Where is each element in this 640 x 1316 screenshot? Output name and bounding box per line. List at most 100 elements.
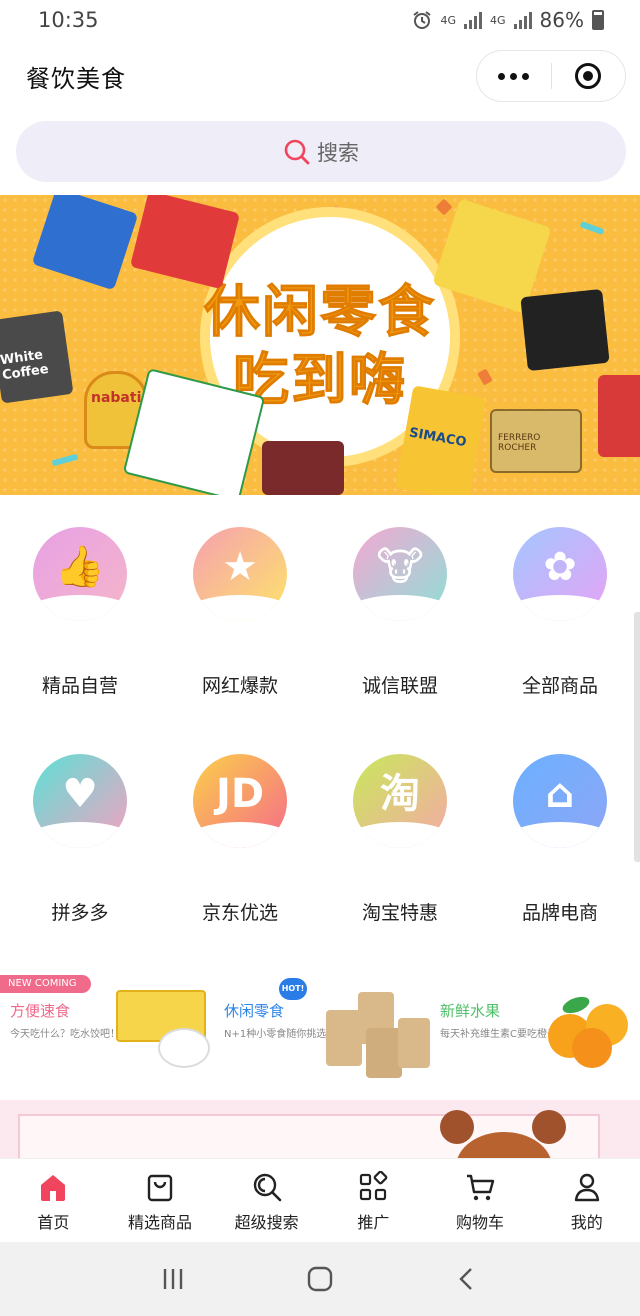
back-button[interactable] <box>437 1249 497 1309</box>
category-label: 拼多多 <box>51 902 109 924</box>
category-glyph: ✿ <box>543 544 577 590</box>
status-time: 10:35 <box>38 8 99 32</box>
dumpling-image <box>116 990 210 1076</box>
more-dots-icon <box>498 72 530 80</box>
icon-wave <box>33 595 127 621</box>
status-indicators: 4G 4G 86% <box>412 8 604 32</box>
tab-promote[interactable]: 推广 <box>320 1159 427 1242</box>
home-button[interactable] <box>290 1249 350 1309</box>
more-button[interactable] <box>477 51 551 101</box>
battery-percent: 86% <box>539 8 584 32</box>
close-button[interactable] <box>552 51 626 101</box>
promo-title: 休闲零食 <box>224 1002 285 1020</box>
category-item[interactable]: ★ 网红爆款 <box>160 525 320 752</box>
category-item[interactable]: JD 京东优选 <box>160 752 320 979</box>
promo-card-snacks[interactable]: 休闲零食 N+1种小零食随你挑选 <box>224 1000 326 1040</box>
icon-wave <box>193 595 287 621</box>
home-icon <box>41 1175 66 1201</box>
network-label-2: 4G <box>490 13 506 27</box>
taobao-icon: 淘 <box>353 754 447 848</box>
promo-card-fruit[interactable]: 新鲜水果 每天补充维生素C要吃橙子 <box>440 1000 557 1040</box>
mascot-icon: 🐮 <box>353 527 447 621</box>
battery-icon <box>592 10 604 30</box>
brand-label: SIMACO <box>407 425 468 451</box>
recent-apps-icon <box>164 1269 183 1289</box>
girl-hair-image <box>440 1106 570 1158</box>
snack-package <box>262 441 344 495</box>
tab-label: 首页 <box>37 1213 70 1232</box>
category-label: 诚信联盟 <box>361 675 438 697</box>
category-item[interactable]: ✿ 全部商品 <box>480 525 640 752</box>
shopping-bag-icon <box>147 1174 173 1202</box>
confetti <box>51 453 79 467</box>
next-banner-preview[interactable] <box>0 1100 640 1158</box>
promo-title: 新鲜水果 <box>440 1002 501 1020</box>
back-chevron-icon <box>458 1268 472 1290</box>
brand-label: White Coffee <box>0 347 50 384</box>
promo-card-instant-food[interactable]: 方便速食 今天吃什么？吃水饺吧！ <box>10 1000 120 1040</box>
category-label: 京东优选 <box>201 902 278 924</box>
scroll-indicator[interactable] <box>634 612 640 862</box>
category-grid: 👍 精品自营 ★ 网红爆款 🐮 诚信联盟 ✿ 全部商品 ♥ 拼多多 JD 京东优选 淘淘宝特惠 ⌂ 品牌电商 <box>0 525 640 979</box>
category-glyph: JD <box>215 771 265 817</box>
tab-profile[interactable]: 我的 <box>533 1159 640 1242</box>
category-label: 淘宝特惠 <box>361 902 438 924</box>
promo-subtitle: 今天吃什么？吃水饺吧！ <box>10 1029 120 1040</box>
category-label: 品牌电商 <box>521 902 598 924</box>
promo-banner[interactable]: 休闲零食 吃到嗨 White Coffee nabati SIMACO FERR… <box>0 195 640 495</box>
brand-label: FERRERO ROCHER <box>498 433 541 453</box>
category-glyph: ♥ <box>62 771 98 817</box>
promo-subtitle: N+1种小零食随你挑选 <box>224 1029 327 1040</box>
category-glyph: 🐮 <box>376 544 424 590</box>
search-placeholder: 搜索 <box>317 140 359 165</box>
confetti <box>435 198 453 216</box>
category-item[interactable]: ♥ 拼多多 <box>0 752 160 979</box>
tab-cart[interactable]: 购物车 <box>427 1159 534 1242</box>
tab-label: 推广 <box>357 1213 390 1232</box>
home-circle-icon <box>307 1266 333 1292</box>
search-input[interactable]: 搜索 <box>16 121 626 182</box>
star-icon: ★ <box>193 527 287 621</box>
tab-featured[interactable]: 精选商品 <box>107 1159 214 1242</box>
tab-super-search[interactable]: 超级搜索 <box>213 1159 320 1242</box>
cart-icon <box>467 1174 495 1201</box>
miniprogram-capsule <box>476 50 626 102</box>
tab-home[interactable]: 首页 <box>0 1159 107 1242</box>
promo-subtitle: 每天补充维生素C要吃橙子 <box>440 1029 557 1040</box>
flower-icon: ✿ <box>513 527 607 621</box>
user-icon <box>574 1173 599 1202</box>
nuts-image <box>322 988 430 1080</box>
bottom-tab-bar: 首页 精选商品 超级搜索 推广 购物车 我的 <box>0 1158 640 1242</box>
network-label-1: 4G <box>440 13 457 27</box>
category-item[interactable]: ⌂ 品牌电商 <box>480 752 640 979</box>
icon-wave <box>353 595 447 621</box>
hot-badge: HOT! <box>279 978 307 1000</box>
orange-image <box>542 988 634 1070</box>
category-item[interactable]: 👍 精品自营 <box>0 525 160 752</box>
snack-package: White Coffee <box>0 310 74 404</box>
new-coming-tag: NEW COMING <box>0 975 91 993</box>
tab-label: 我的 <box>570 1213 603 1232</box>
category-glyph: 淘 <box>380 771 420 817</box>
recent-apps-button[interactable] <box>143 1249 203 1309</box>
nav-bar: 餐饮美食 <box>0 46 640 106</box>
category-label: 全部商品 <box>521 675 598 697</box>
pinduoduo-heart-icon: ♥ <box>33 754 127 848</box>
promo-title: 方便速食 <box>10 1002 71 1020</box>
page-title: 餐饮美食 <box>26 64 126 93</box>
tab-label: 购物车 <box>456 1213 505 1232</box>
category-item[interactable]: 🐮 诚信联盟 <box>320 525 480 752</box>
alarm-icon <box>413 11 432 29</box>
icon-wave <box>193 822 287 848</box>
snack-package <box>520 288 610 372</box>
system-navigation-bar <box>0 1242 640 1316</box>
category-glyph: 👍 <box>55 544 105 590</box>
brand-label: nabati <box>91 390 142 406</box>
icon-wave <box>513 822 607 848</box>
category-glyph: ★ <box>222 544 258 590</box>
category-glyph: ⌂ <box>545 771 575 817</box>
store-icon: ⌂ <box>513 754 607 848</box>
category-item[interactable]: 淘淘宝特惠 <box>320 752 480 979</box>
signal-icon <box>464 11 483 29</box>
super-search-icon <box>253 1173 281 1202</box>
